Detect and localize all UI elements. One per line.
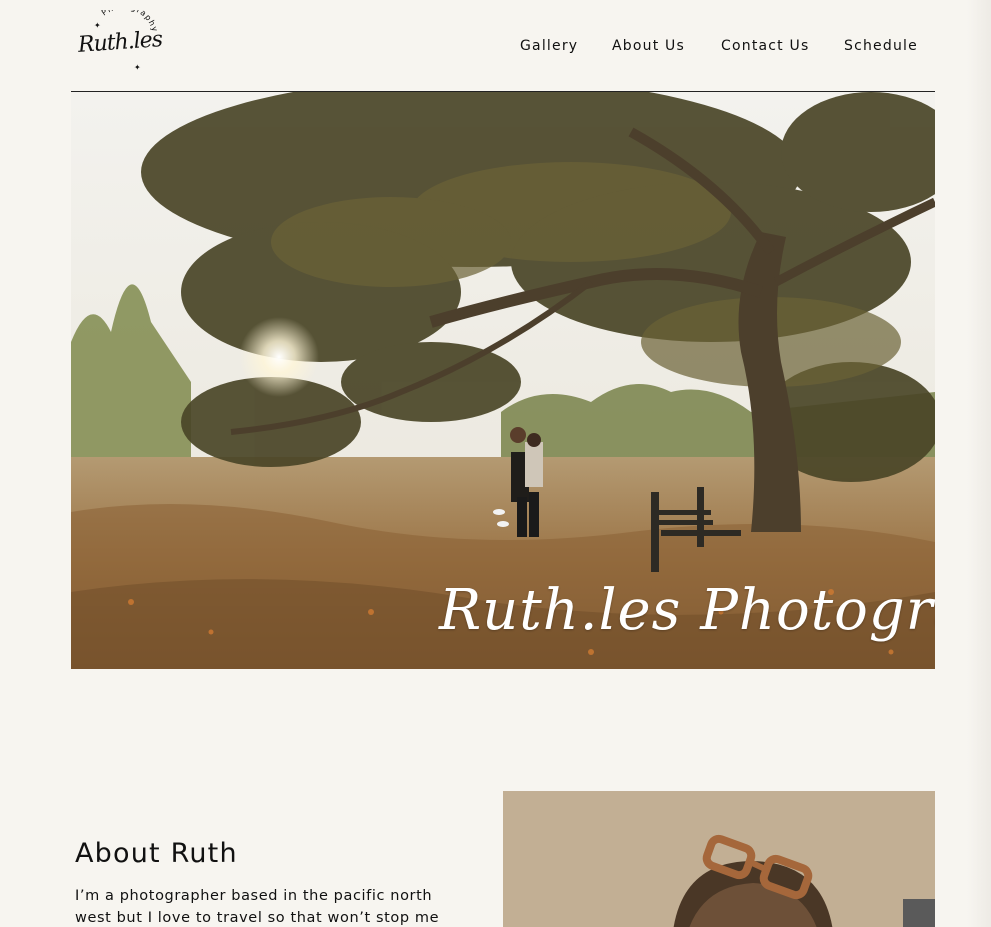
portrait-illustration — [503, 791, 935, 927]
main-nav: Gallery About Us Contact Us Schedule — [0, 38, 991, 58]
hero-overlay-title: Ruth.les Photography — [439, 578, 935, 643]
page-edge-shadow — [967, 0, 991, 927]
svg-text:✦: ✦ — [94, 21, 101, 30]
nav-contact-us-link[interactable]: Contact Us — [721, 38, 809, 54]
nav-schedule-link[interactable]: Schedule — [844, 38, 918, 54]
nav-about-us-link[interactable]: About Us — [612, 38, 685, 54]
hero-image: Ruth.les Photography — [71, 92, 935, 669]
about-body-text: I’m a photographer based in the pacific … — [75, 888, 440, 926]
about-portrait-image — [503, 791, 935, 927]
page: Photography ✦ ✦ Ruth.les Gallery About U… — [0, 0, 991, 927]
nav-gallery-link[interactable]: Gallery — [520, 38, 578, 54]
about-heading: About Ruth — [75, 838, 238, 869]
svg-text:✦: ✦ — [134, 63, 141, 72]
